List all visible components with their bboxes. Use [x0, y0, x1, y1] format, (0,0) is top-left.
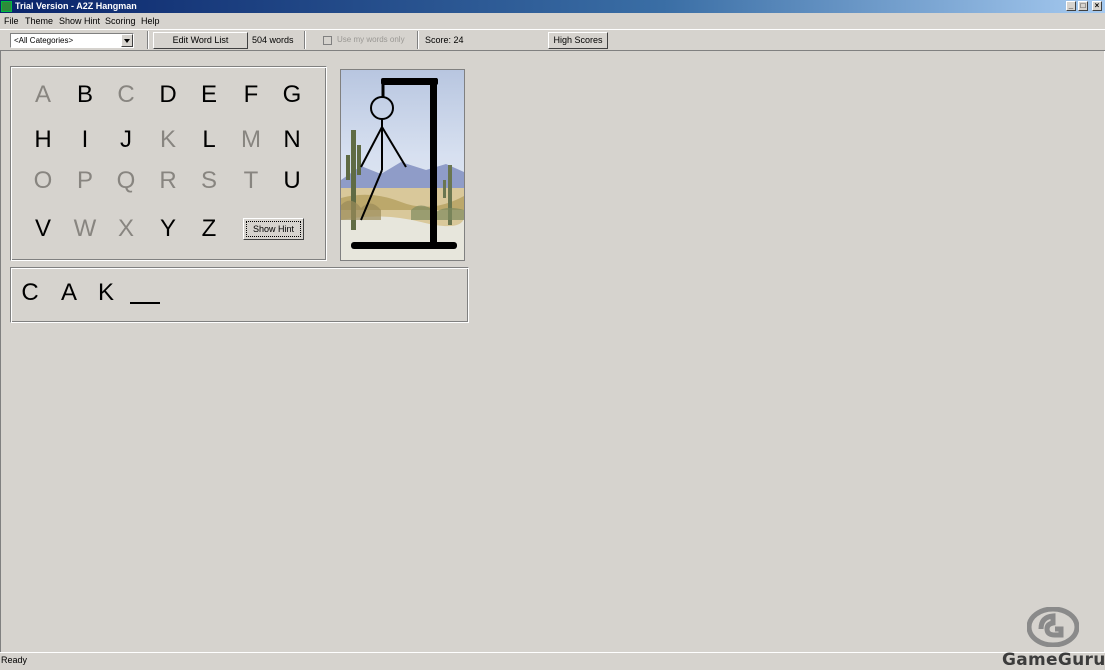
menu-file[interactable]: File — [4, 15, 19, 27]
letter-b[interactable]: B — [70, 81, 100, 109]
letter-w: W — [73, 215, 97, 242]
letter-g[interactable]: G — [277, 81, 307, 109]
minimize-button[interactable]: _ — [1066, 1, 1076, 11]
letter-e[interactable]: E — [194, 81, 224, 109]
menu-help[interactable]: Help — [141, 15, 160, 27]
high-scores-button[interactable]: High Scores — [548, 32, 608, 49]
menu-scoring[interactable]: Scoring — [105, 15, 136, 27]
letter-f[interactable]: F — [236, 81, 266, 109]
toolbar-separator — [147, 31, 149, 49]
letter-y[interactable]: Y — [153, 215, 183, 243]
show-hint-button[interactable]: Show Hint — [243, 218, 304, 240]
letter-t: T — [243, 167, 259, 194]
letter-a: A — [34, 81, 51, 108]
letter-q: Q — [116, 167, 136, 194]
use-my-words-label: Use my words only — [337, 35, 405, 44]
letter-h[interactable]: H — [28, 126, 58, 154]
word-letter: A — [60, 279, 77, 306]
hangman-scene-image — [341, 70, 464, 260]
letter-j[interactable]: J — [111, 126, 141, 154]
restore-button[interactable]: □ — [1078, 1, 1088, 11]
word-blank — [130, 302, 160, 304]
letter-p: P — [76, 167, 93, 194]
category-dropdown[interactable]: <All Categories> — [10, 33, 134, 48]
title-bar — [0, 0, 1105, 13]
status-text: Ready — [1, 655, 28, 665]
toolbar-separator — [304, 31, 306, 49]
letter-i[interactable]: I — [70, 126, 100, 154]
word-letter: K — [97, 279, 114, 306]
letter-n[interactable]: N — [277, 126, 307, 154]
menu-theme[interactable]: Theme — [25, 15, 53, 27]
gameguru-logo-icon — [1026, 606, 1080, 648]
word-count: 504 words — [252, 35, 294, 45]
client-edge — [0, 51, 1, 652]
use-my-words-checkbox[interactable] — [323, 36, 332, 45]
edit-word-list-button[interactable]: Edit Word List — [153, 32, 248, 49]
letter-m: M — [241, 126, 261, 153]
letter-u[interactable]: U — [277, 167, 307, 195]
app-icon[interactable] — [1, 1, 12, 12]
letter-c: C — [117, 81, 135, 108]
letter-o: O — [33, 167, 53, 194]
letter-s: S — [200, 167, 217, 194]
chevron-down-icon[interactable] — [121, 34, 133, 47]
letter-v[interactable]: V — [28, 215, 58, 243]
category-selected-value: <All Categories> — [14, 36, 74, 45]
letter-x: X — [117, 215, 134, 242]
score-display: Score: 24 — [425, 35, 464, 45]
letter-l[interactable]: L — [194, 126, 224, 154]
menu-bar — [0, 14, 1105, 28]
letter-z[interactable]: Z — [194, 215, 224, 243]
close-button[interactable]: × — [1092, 1, 1102, 11]
status-bar — [0, 652, 1105, 670]
menu-show-hint[interactable]: Show Hint — [59, 15, 100, 27]
toolbar-separator — [417, 31, 419, 49]
watermark-text: GameGuru — [1002, 650, 1105, 670]
word-letter: C — [21, 279, 39, 306]
letter-d[interactable]: D — [153, 81, 183, 109]
hangman-picture — [340, 69, 465, 261]
window-title: Trial Version - A2Z Hangman — [15, 1, 137, 11]
letter-k: K — [159, 126, 176, 153]
letter-r: R — [159, 167, 177, 194]
